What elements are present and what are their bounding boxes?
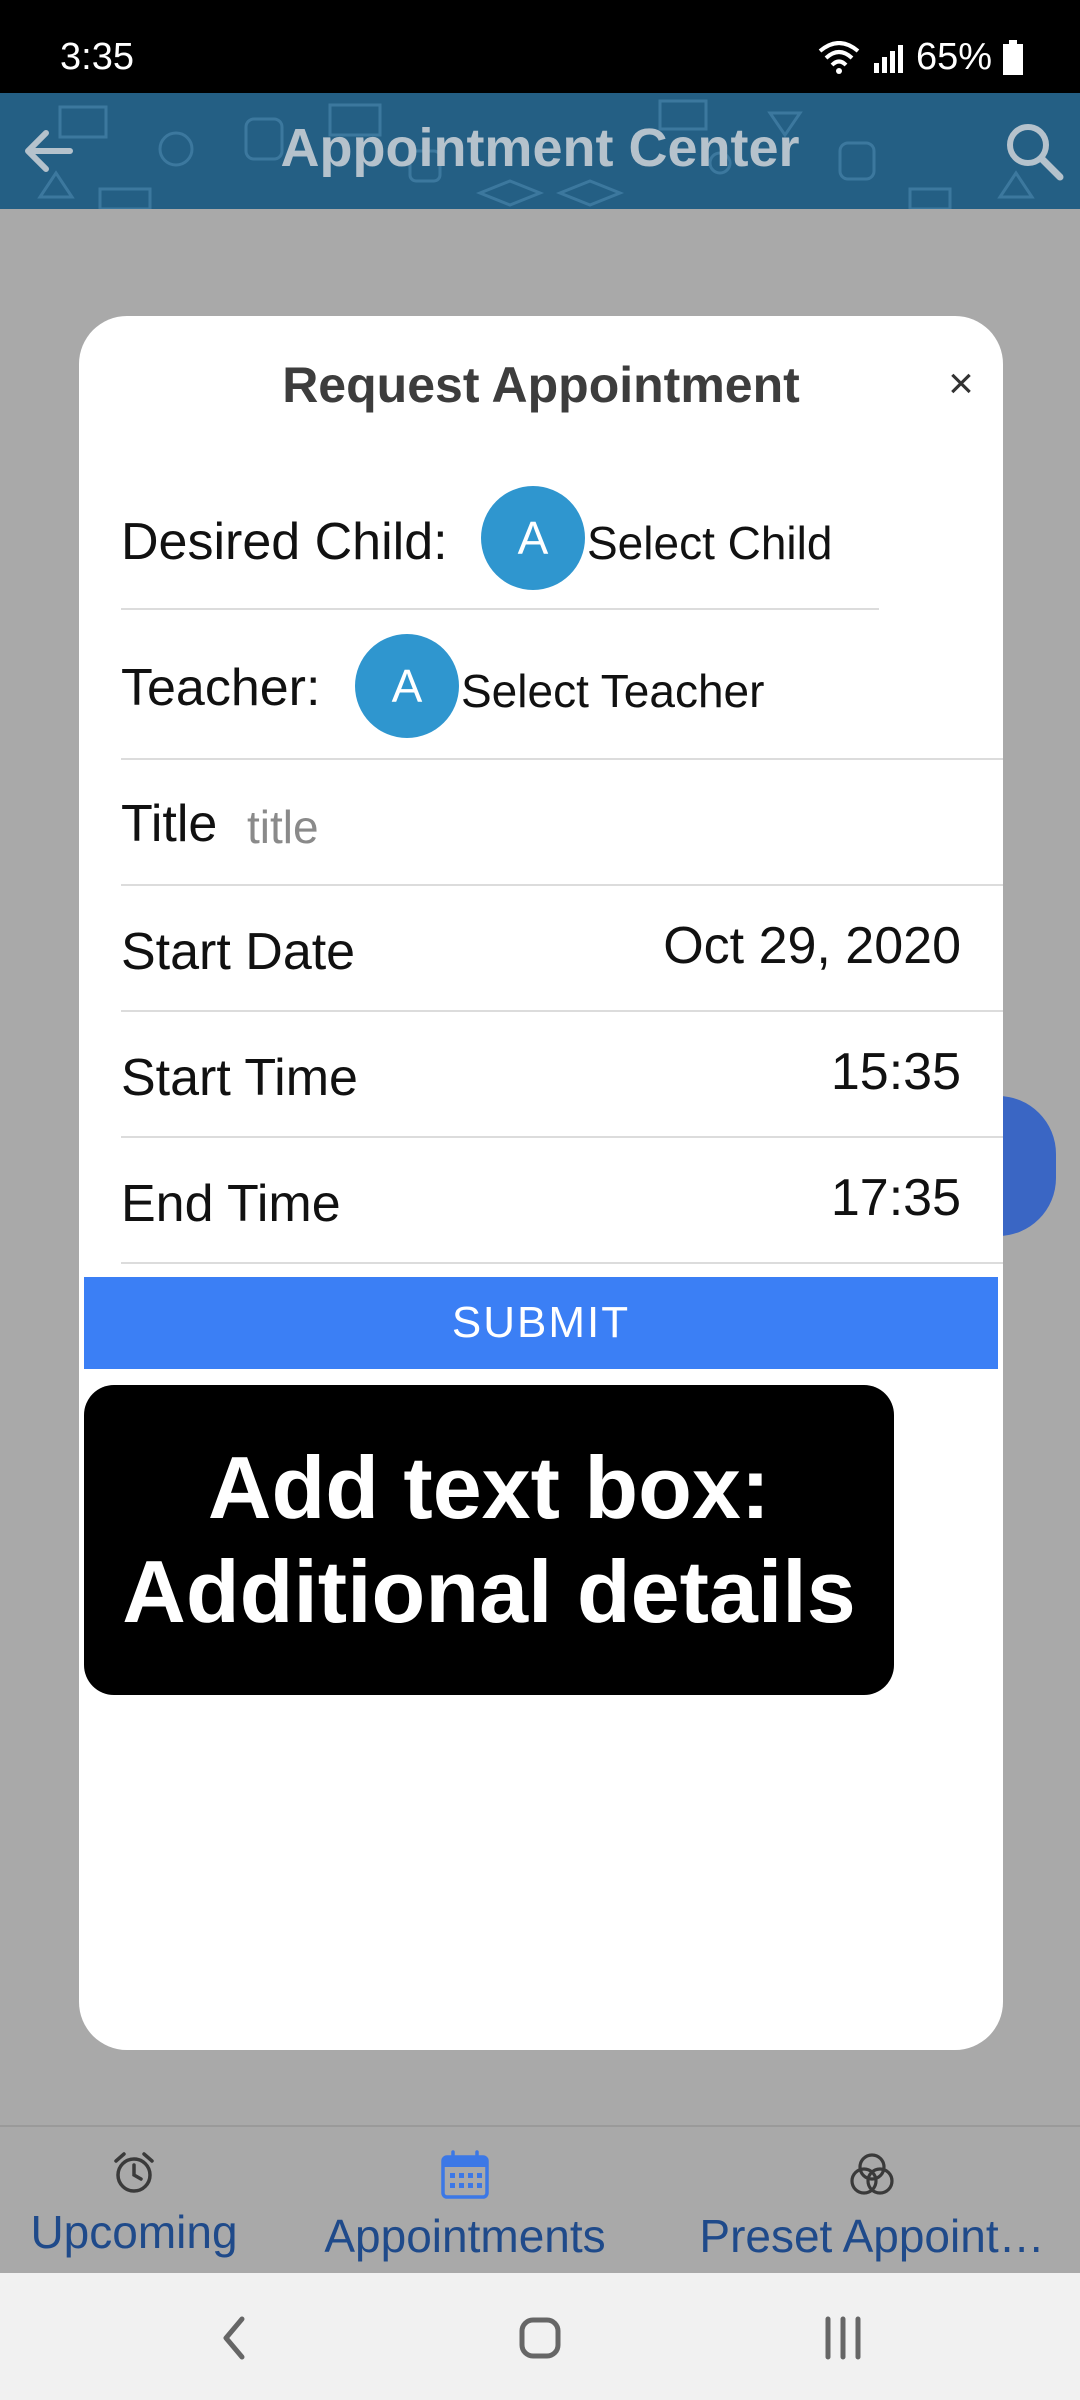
start-date-row[interactable]: Start Date Oct 29, 2020 bbox=[121, 886, 1003, 1012]
start-time-row[interactable]: Start Time 15:35 bbox=[121, 1012, 1003, 1138]
start-time-value[interactable]: 15:35 bbox=[831, 1042, 961, 1102]
desired-child-row[interactable]: Desired Child: A Select Child bbox=[121, 466, 879, 610]
start-date-value[interactable]: Oct 29, 2020 bbox=[663, 916, 961, 976]
status-time: 3:35 bbox=[60, 36, 134, 78]
system-back-icon[interactable] bbox=[200, 2303, 270, 2373]
nav-label-upcoming: Upcoming bbox=[30, 2206, 238, 2258]
system-navigation-bar bbox=[0, 2273, 1080, 2400]
title-input[interactable] bbox=[247, 800, 847, 854]
submit-button[interactable]: SUBMIT bbox=[84, 1277, 998, 1369]
status-icons: 65% bbox=[818, 36, 1024, 79]
desired-child-label: Desired Child: bbox=[121, 513, 448, 571]
select-child-text[interactable]: Select Child bbox=[587, 516, 832, 570]
start-time-label: Start Time bbox=[121, 1049, 358, 1107]
bottom-navigation: Upcoming Appointments Preset Appoint… bbox=[0, 2125, 1080, 2273]
page-title: Appointment Center bbox=[280, 118, 800, 178]
wifi-icon bbox=[818, 40, 860, 74]
teacher-label: Teacher: bbox=[121, 659, 321, 717]
request-appointment-dialog: Request Appointment × Desired Child: A S… bbox=[79, 316, 1003, 2050]
dialog-title: Request Appointment bbox=[282, 357, 800, 413]
close-button[interactable]: × bbox=[933, 356, 989, 412]
nav-label-preset-appointments: Preset Appoint… bbox=[699, 2210, 1045, 2262]
annotation-line-1: Add text box: bbox=[207, 1438, 771, 1537]
signal-icon bbox=[873, 44, 903, 73]
battery-percent: 65% bbox=[915, 36, 992, 78]
title-row: Title bbox=[121, 760, 1003, 886]
end-time-value[interactable]: 17:35 bbox=[831, 1168, 961, 1228]
annotation-note: Add text box: Additional details bbox=[84, 1385, 894, 1695]
nav-label-appointments: Appointments bbox=[324, 2210, 606, 2262]
teacher-row[interactable]: Teacher: A Select Teacher bbox=[121, 610, 1003, 760]
nav-item-appointments[interactable]: Appointments bbox=[300, 2149, 630, 2263]
end-time-label: End Time bbox=[121, 1175, 341, 1233]
end-time-row[interactable]: End Time 17:35 bbox=[121, 1138, 1003, 1264]
nav-item-preset-appointments[interactable]: Preset Appoint… bbox=[682, 2149, 1062, 2263]
annotation-line-2: Additional details bbox=[122, 1542, 856, 1641]
start-date-label: Start Date bbox=[121, 923, 356, 981]
battery-icon bbox=[1003, 39, 1023, 75]
alarm-clock-icon bbox=[114, 2152, 154, 2193]
circles-icon bbox=[850, 2153, 894, 2195]
select-teacher-text[interactable]: Select Teacher bbox=[461, 664, 764, 718]
status-bar: 3:35 65% bbox=[0, 0, 1080, 93]
teacher-avatar[interactable]: A bbox=[355, 634, 459, 738]
title-label: Title bbox=[121, 795, 218, 853]
app-header: Appointment Center bbox=[0, 93, 1080, 209]
search-icon[interactable] bbox=[1002, 119, 1066, 183]
calendar-icon bbox=[441, 2150, 489, 2199]
system-recents-icon[interactable] bbox=[808, 2303, 878, 2373]
system-home-icon[interactable] bbox=[505, 2303, 575, 2373]
child-avatar[interactable]: A bbox=[481, 486, 585, 590]
nav-item-upcoming[interactable]: Upcoming bbox=[20, 2149, 248, 2259]
